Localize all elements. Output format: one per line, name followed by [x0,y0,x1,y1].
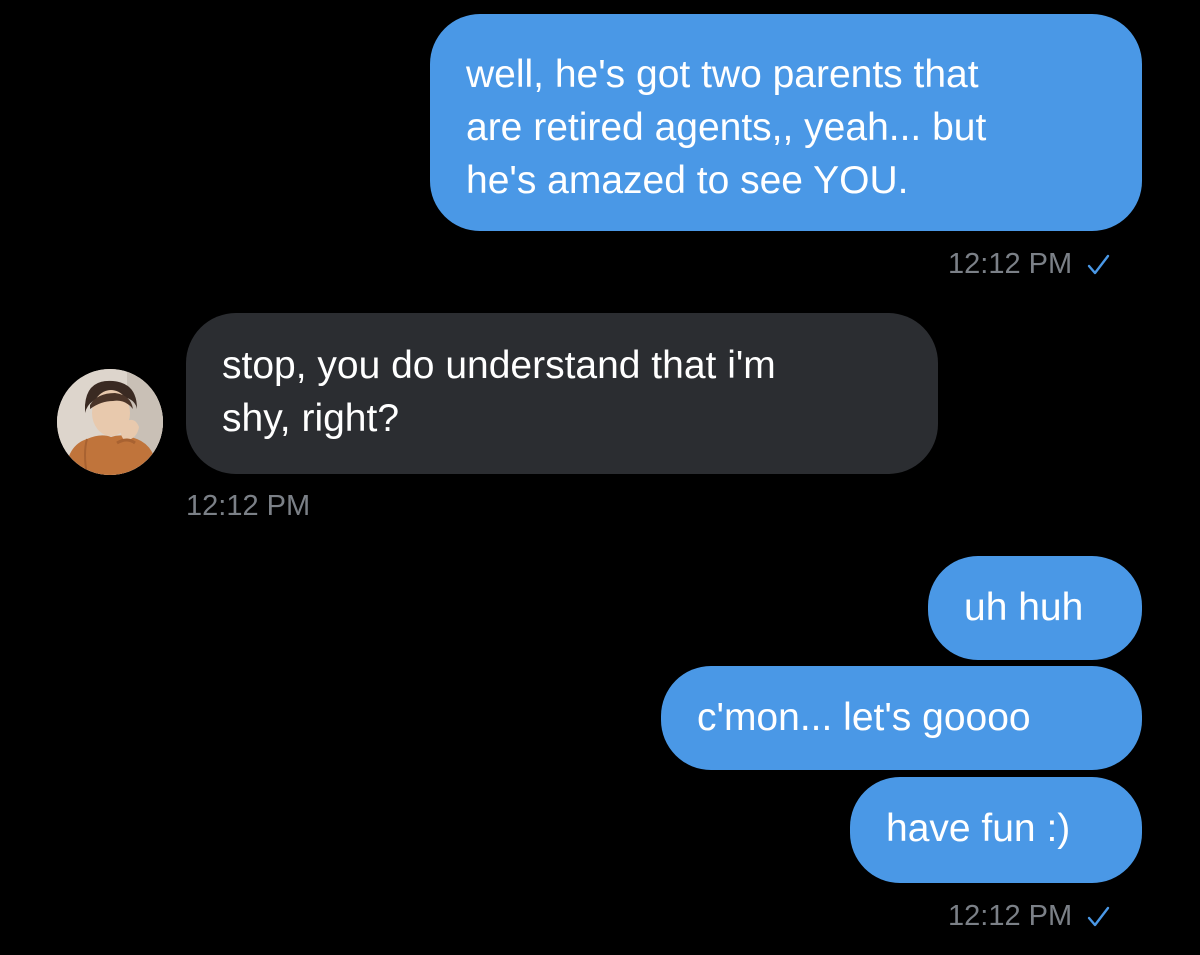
message-meta: 12:12 PM [186,490,310,523]
message-text-line: he's amazed to see YOU. [466,159,909,202]
contact-avatar-image [57,369,163,475]
message-timestamp: 12:12 PM [948,900,1073,932]
outgoing-message-bubble[interactable]: uh huh [928,556,1142,660]
message-meta: 12:12 PM [948,900,1110,933]
checkmark-icon [1087,906,1110,926]
incoming-message-bubble[interactable]: stop, you do understand that i'm shy, ri… [186,313,938,474]
contact-avatar[interactable] [57,369,163,475]
checkmark-icon [1087,254,1110,274]
message-text: uh huh [964,586,1084,629]
message-text-line: well, he's got two parents that [466,53,979,96]
message-meta: 12:12 PM [948,248,1110,281]
outgoing-message-bubble[interactable]: have fun :) [850,777,1142,883]
outgoing-message-bubble[interactable]: well, he's got two parents that are reti… [430,14,1142,231]
message-text: c'mon... let's goooo [697,696,1031,739]
message-text-line: shy, right? [222,397,400,440]
message-timestamp: 12:12 PM [948,248,1073,280]
outgoing-message-bubble[interactable]: c'mon... let's goooo [661,666,1142,770]
message-text: have fun :) [886,807,1071,850]
message-text-line: are retired agents,, yeah... but [466,106,987,149]
message-timestamp: 12:12 PM [186,490,311,522]
message-text-line: stop, you do understand that i'm [222,344,776,387]
